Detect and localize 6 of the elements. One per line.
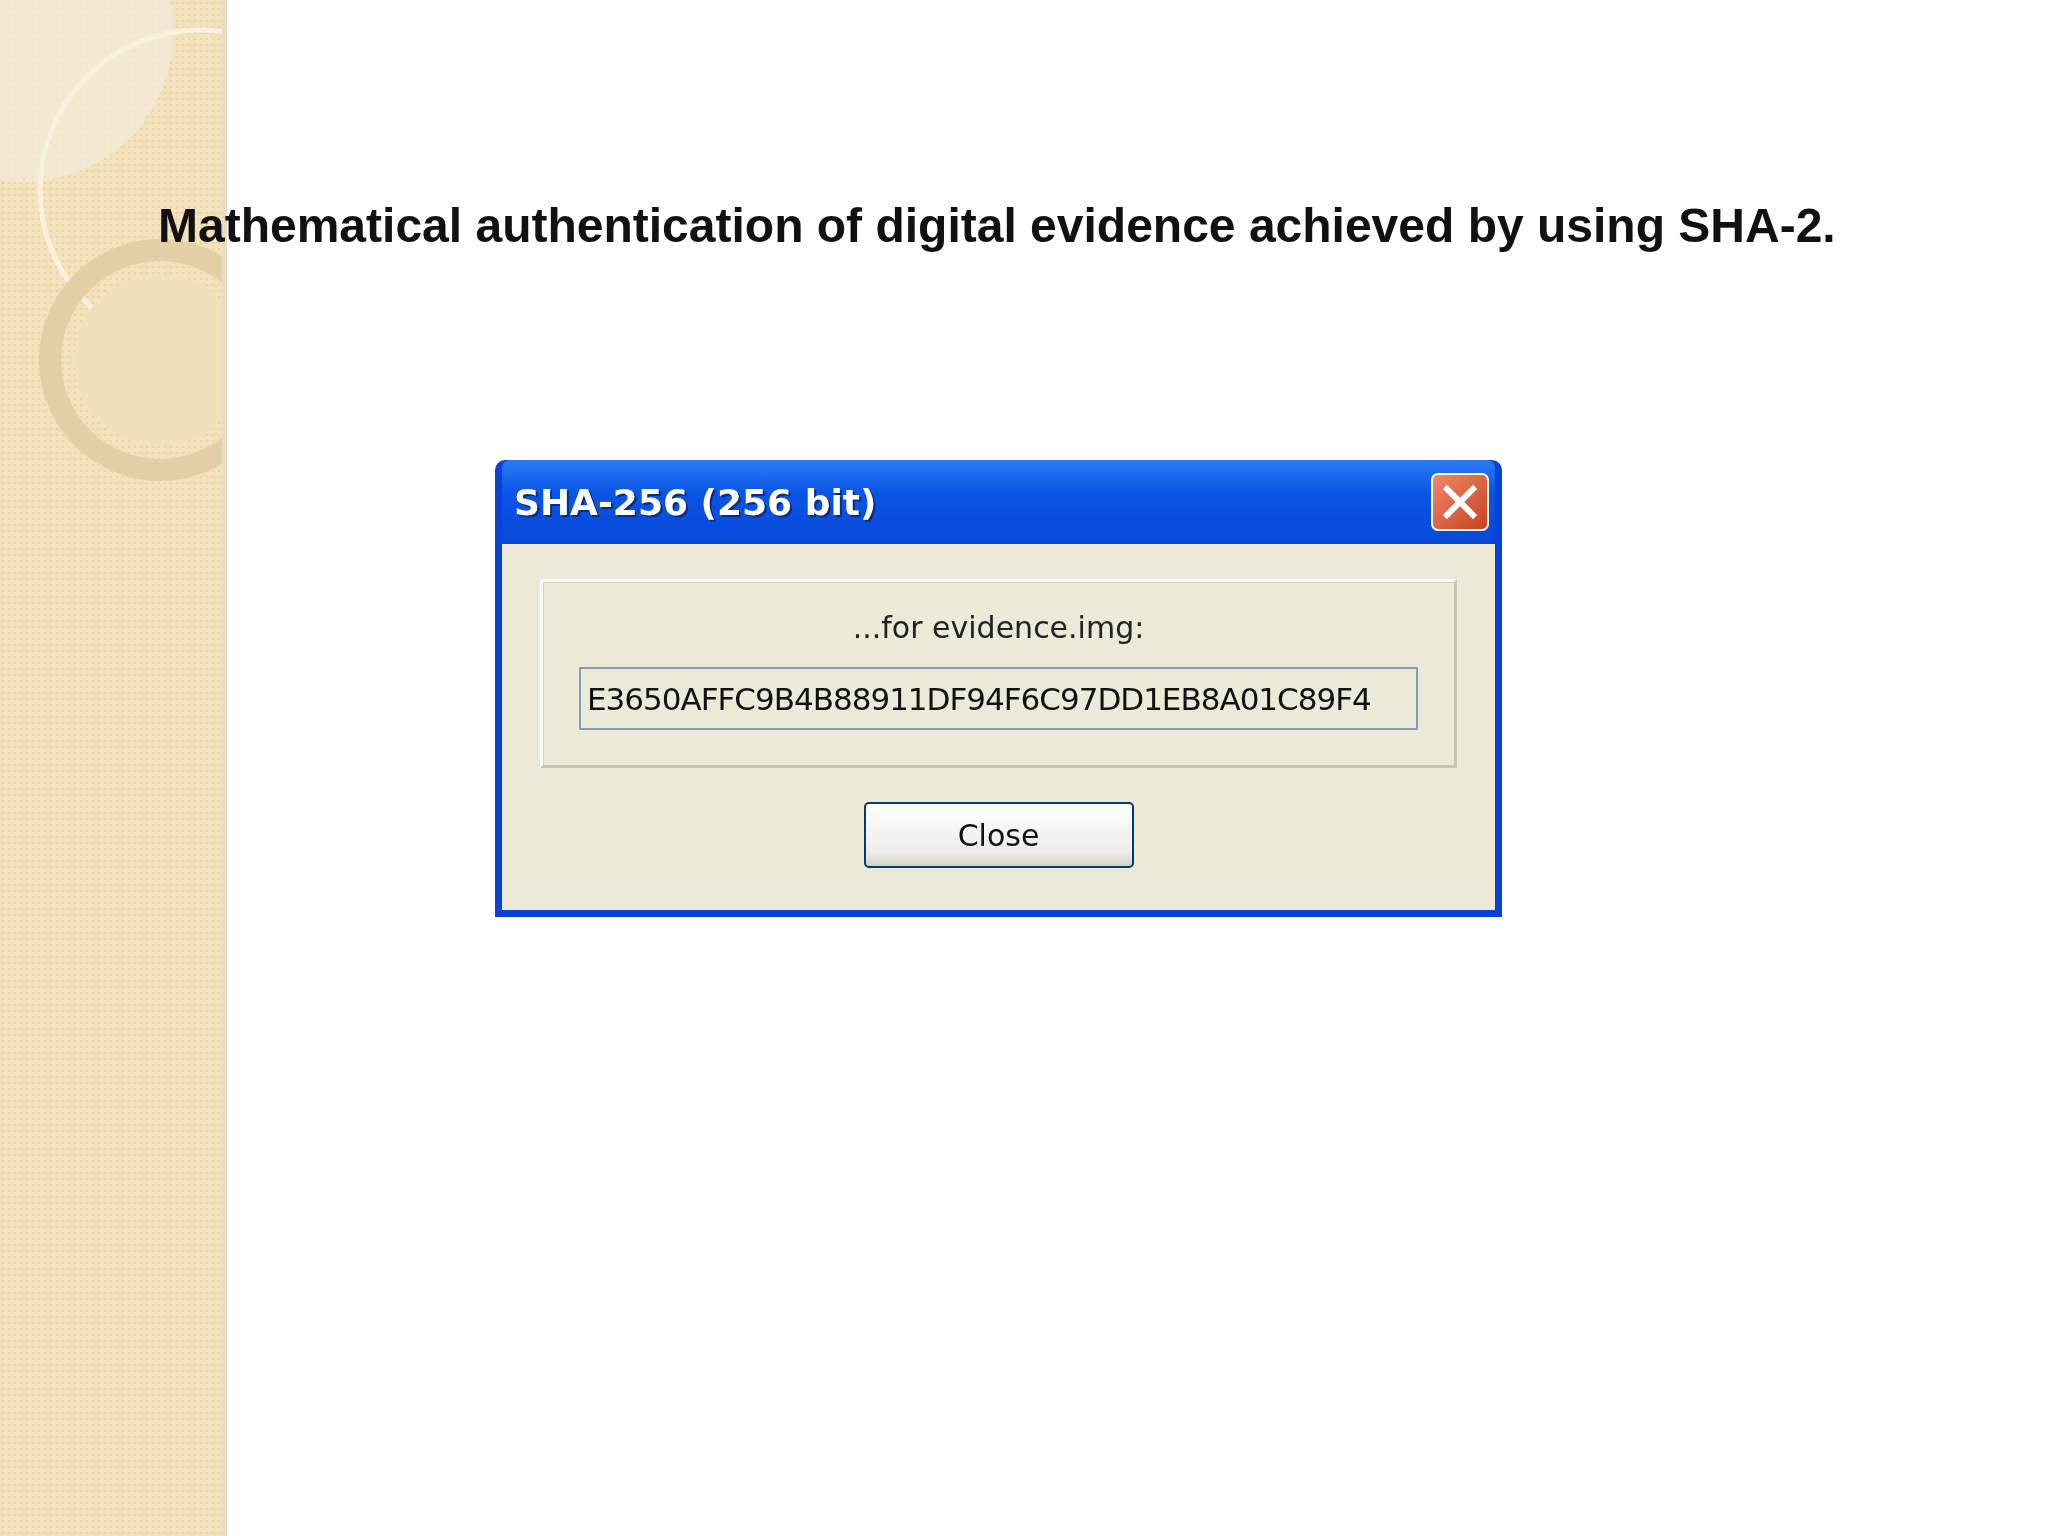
file-label: ...for evidence.img:: [852, 610, 1145, 645]
window-title: SHA-256 (256 bit): [514, 481, 877, 523]
close-icon[interactable]: [1431, 473, 1489, 531]
hash-field[interactable]: E3650AFFC9B4B88911DF94F6C97DD1EB8A01C89F4: [579, 667, 1418, 730]
close-button[interactable]: Close: [863, 802, 1134, 868]
slide-title: Mathematical authentication of digital evidence achieved by using SHA-2.: [158, 198, 1836, 253]
